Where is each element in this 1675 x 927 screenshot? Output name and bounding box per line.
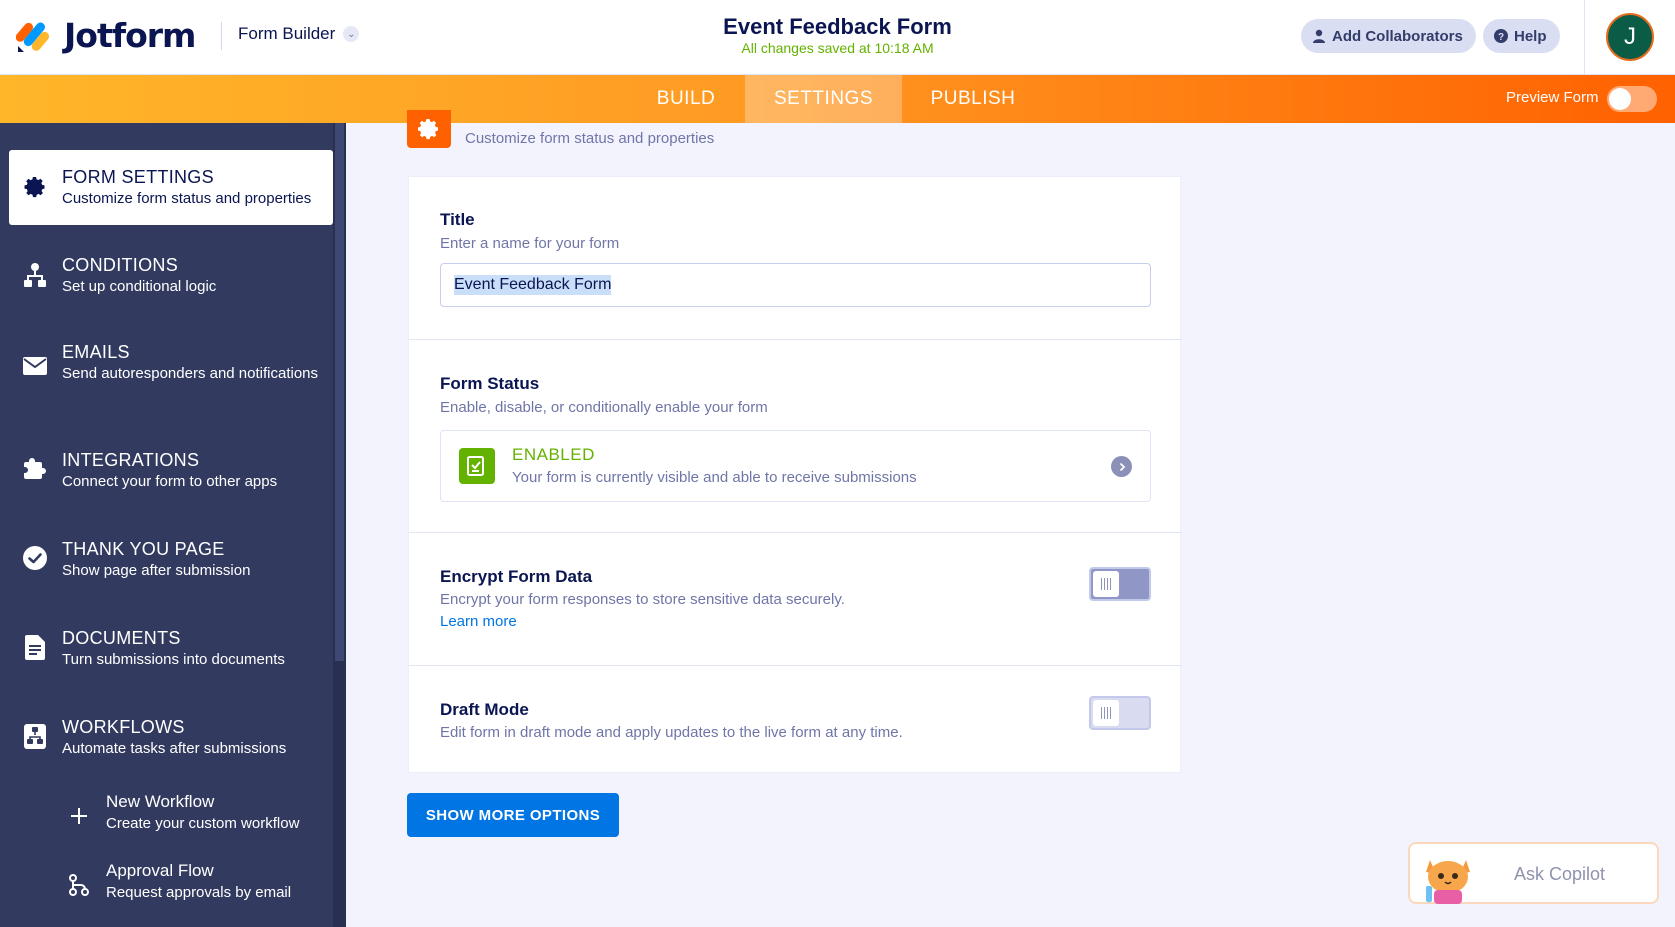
sidebar-item-subtitle: Set up conditional logic [62,278,217,295]
title-description: Enter a name for your form [440,235,620,252]
enabled-form-icon [459,448,495,484]
check-circle-icon [22,545,48,571]
top-header: Jotform Form Builder ⌄ Event Feedback Fo… [0,0,1675,75]
document-icon [22,634,48,660]
draft-mode-toggle[interactable] [1089,696,1151,730]
tab-build[interactable]: BUILD [638,75,734,123]
chevron-right-icon[interactable] [1111,456,1132,477]
avatar-divider [1584,0,1585,74]
sidebar-item-subtitle: Turn submissions into documents [62,651,285,668]
sidebar-item-emails[interactable]: EMAILS Send autoresponders and notificat… [9,325,333,415]
draft-mode-section: Draft Mode Edit form in draft mode and a… [409,666,1182,774]
encrypt-heading: Encrypt Form Data [440,567,593,586]
form-status-value-description: Your form is currently visible and able … [512,469,917,486]
learn-more-link[interactable]: Learn more [440,613,517,630]
ask-copilot-button[interactable]: Ask Copilot [1408,842,1659,904]
sidebar-item-title: CONDITIONS [62,255,179,275]
form-builder-dropdown[interactable]: Form Builder ⌄ [238,24,360,44]
form-settings-card: Title Enter a name for your form Event F… [408,176,1182,774]
sidebar-item-subtitle: Show page after submission [62,562,251,579]
sidebar-item-subtitle: Automate tasks after submissions [62,740,287,757]
sidebar-item-title: DOCUMENTS [62,628,181,648]
title-section: Title Enter a name for your form Event F… [409,177,1182,340]
form-status-description: Enable, disable, or conditionally enable… [440,399,768,416]
tab-settings[interactable]: SETTINGS [745,75,902,123]
sidebar-item-title: WORKFLOWS [62,717,185,737]
sidebar-item-thank-you-page[interactable]: THANK YOU PAGE Show page after submissio… [9,522,333,596]
ask-copilot-label: Ask Copilot [1514,864,1606,884]
sidebar-item-conditions[interactable]: CONDITIONS Set up conditional logic [9,238,333,312]
form-status-heading: Form Status [440,374,540,393]
sidebar-item-documents[interactable]: DOCUMENTS Turn submissions into document… [9,611,333,685]
sidebar-item-title: EMAILS [62,342,130,362]
encrypt-form-data-section: Encrypt Form Data Encrypt your form resp… [409,533,1182,666]
puzzle-icon [22,455,48,481]
preview-form-toggle[interactable] [1607,86,1657,112]
form-title-input[interactable]: Event Feedback Form [440,263,1151,307]
sidebar-subitem-title: New Workflow [106,792,215,811]
toggle-knob [1609,88,1631,110]
draft-mode-description: Edit form in draft mode and apply update… [440,724,903,741]
conditions-icon [22,262,48,288]
add-collaborators-button[interactable]: Add Collaborators [1301,19,1476,53]
sidebar-subitem-subtitle: Create your custom workflow [106,815,300,832]
sidebar-item-subtitle: Connect your form to other apps [62,473,278,490]
gear-icon [418,119,438,140]
jotform-logo-icon [16,22,50,52]
form-status-selector[interactable]: ENABLED Your form is currently visible a… [440,430,1151,502]
form-title-input-value: Event Feedback Form [454,275,612,295]
sidebar-item-integrations[interactable]: INTEGRATIONS Connect your form to other … [9,433,333,507]
sidebar-item-subtitle: Customize form status and properties [62,190,312,207]
svg-text:?: ? [1498,32,1504,43]
brand-name: Jotform [64,16,196,55]
toggle-knob [1093,571,1119,597]
approval-flow-icon [66,872,92,898]
show-more-options-button[interactable]: SHOW MORE OPTIONS [407,793,619,837]
sidebar-subitem-subtitle: Request approvals by email [106,884,292,901]
form-status-value: ENABLED [512,445,595,464]
sidebar-item-title: THANK YOU PAGE [62,539,225,559]
chevron-down-icon: ⌄ [343,26,360,42]
envelope-icon [22,353,48,379]
plus-icon [66,803,92,829]
draft-mode-heading: Draft Mode [440,700,529,719]
main-nav: BUILD SETTINGS PUBLISH Preview Form [0,75,1675,123]
tab-publish[interactable]: PUBLISH [912,75,1034,123]
help-button[interactable]: ? Help [1483,19,1560,53]
add-collaborators-label: Add Collaborators [1332,27,1463,45]
settings-sidebar: FORM SETTINGS Customize form status and … [0,123,346,927]
page-subtitle: Customize form status and properties [465,130,715,147]
gear-icon [22,174,48,200]
jotform-logo[interactable]: Jotform [16,16,196,55]
sidebar-subitem-title: Approval Flow [106,861,214,880]
sidebar-subitem-new-workflow[interactable]: New Workflow Create your custom workflow [66,791,326,841]
sidebar-item-title: INTEGRATIONS [62,450,200,470]
sidebar-item-form-settings[interactable]: FORM SETTINGS Customize form status and … [9,150,333,225]
question-icon: ? [1494,29,1508,43]
form-settings-gear-badge [407,110,451,148]
sidebar-item-subtitle: Send autoresponders and notifications [62,365,319,382]
help-label: Help [1514,27,1547,45]
sidebar-subitem-approval-flow[interactable]: Approval Flow Request approvals by email [66,860,326,910]
workflow-icon [22,723,48,749]
sidebar-item-title: FORM SETTINGS [62,167,214,187]
user-avatar[interactable]: J [1606,13,1654,61]
encrypt-form-data-toggle[interactable] [1089,567,1151,601]
preview-form-label: Preview Form [1506,89,1599,106]
copilot-cat-mascot-icon [1426,860,1470,904]
sidebar-item-workflows[interactable]: WORKFLOWS Automate tasks after submissio… [9,700,333,774]
title-heading: Title [440,210,475,229]
toggle-knob [1093,700,1119,726]
user-icon [1312,29,1326,43]
sidebar-scrollbar-thumb[interactable] [335,123,344,661]
header-divider [221,22,222,50]
form-builder-label: Form Builder [238,24,336,43]
encrypt-description: Encrypt your form responses to store sen… [440,591,845,608]
form-status-section: Form Status Enable, disable, or conditio… [409,340,1182,533]
